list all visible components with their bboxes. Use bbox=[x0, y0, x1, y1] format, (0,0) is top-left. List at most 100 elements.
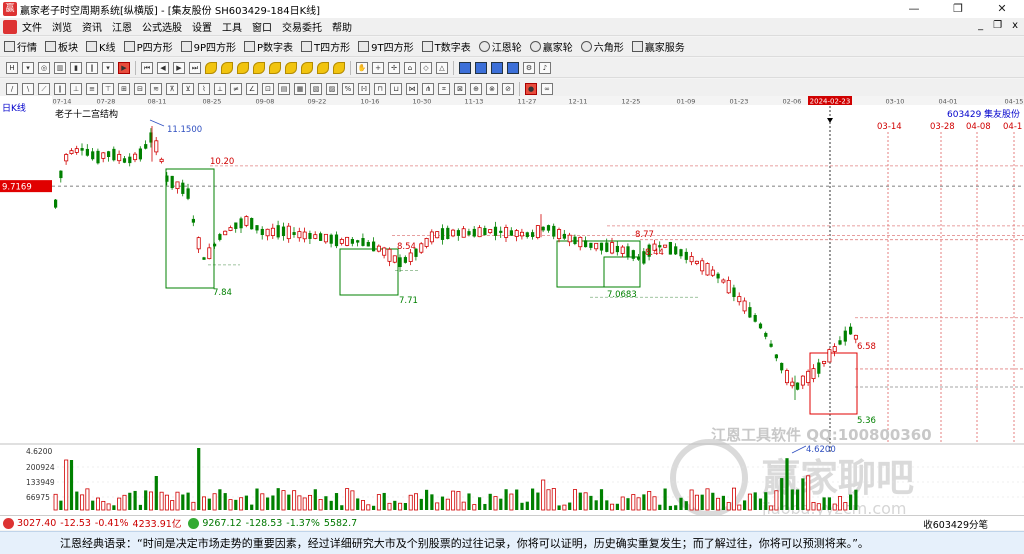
line-tool-20-icon[interactable]: ▧ bbox=[310, 82, 322, 95]
line-tool-19-icon[interactable]: ▦ bbox=[294, 82, 306, 95]
menu-formula[interactable]: 公式选股 bbox=[137, 19, 187, 34]
toolbar-kline-button[interactable]: K线 bbox=[82, 39, 120, 54]
chart-type-icon[interactable]: ▥ bbox=[54, 61, 66, 74]
crosshair2-icon[interactable]: ✢ bbox=[388, 61, 400, 74]
line-tool-14-icon[interactable]: ⟂ bbox=[214, 82, 226, 95]
gift-icon[interactable]: ⌂ bbox=[404, 61, 416, 74]
first-icon[interactable]: ⏮ bbox=[141, 61, 153, 74]
menu-browse[interactable]: 浏览 bbox=[47, 19, 77, 34]
menu-window[interactable]: 窗口 bbox=[247, 19, 277, 34]
zoom-icon[interactable]: ◎ bbox=[38, 61, 50, 74]
gann-tool-4-icon[interactable] bbox=[253, 61, 265, 74]
menu-settings[interactable]: 设置 bbox=[187, 19, 217, 34]
line-tool-23-icon[interactable]: ℍ bbox=[358, 82, 370, 95]
line-tool-22-icon[interactable]: % bbox=[342, 82, 354, 95]
line-tool-26-icon[interactable]: ⋈ bbox=[406, 82, 418, 95]
settings-icon[interactable]: ⚙ bbox=[523, 61, 535, 74]
menu-gann[interactable]: 江恩 bbox=[107, 19, 137, 34]
line-tool-21-icon[interactable]: ▨ bbox=[326, 82, 338, 95]
volume-bar bbox=[573, 489, 578, 511]
kline-chart[interactable]: 07-14 07-28 08-11 08-25 09-08 09-22 10-16 10-30… bbox=[0, 96, 1024, 515]
forward-icon[interactable]: ▶ bbox=[173, 61, 185, 74]
line-tool-6-icon[interactable]: ≡ bbox=[86, 82, 98, 95]
line-tool-1-icon[interactable]: / bbox=[6, 82, 18, 95]
print-icon[interactable] bbox=[475, 61, 487, 74]
gann-tool-5-icon[interactable] bbox=[269, 61, 281, 74]
dropdown-icon[interactable]: ▾ bbox=[22, 61, 34, 74]
book-icon[interactable] bbox=[459, 61, 471, 74]
line-tool-3-icon[interactable]: ⟋ bbox=[38, 82, 50, 95]
line-tool-27-icon[interactable]: ⋔ bbox=[422, 82, 434, 95]
line-tool-2-icon[interactable]: \ bbox=[22, 82, 34, 95]
hand-icon[interactable]: ✋ bbox=[356, 61, 368, 74]
line-tool-17-icon[interactable]: ⊡ bbox=[262, 82, 274, 95]
back-icon[interactable]: ◀ bbox=[157, 61, 169, 74]
gann-tool-2-icon[interactable] bbox=[221, 61, 233, 74]
line-tool-9-icon[interactable]: ⊟ bbox=[134, 82, 146, 95]
line-tool-32-icon[interactable]: ⊘ bbox=[502, 82, 514, 95]
period-icon[interactable]: ▾ bbox=[102, 61, 114, 74]
export-icon[interactable] bbox=[507, 61, 519, 74]
toolbar-9p-square-button[interactable]: 9P四方形 bbox=[177, 39, 240, 54]
minimize-button[interactable]: — bbox=[892, 0, 936, 18]
toolbar-9t-square-button[interactable]: 9T四方形 bbox=[354, 39, 417, 54]
diamond-icon[interactable]: ◇ bbox=[420, 61, 432, 74]
menu-info[interactable]: 资讯 bbox=[77, 19, 107, 34]
close-button[interactable]: ✕ bbox=[980, 0, 1024, 18]
mdi-restore-button[interactable]: ❐ bbox=[993, 20, 1002, 31]
menu-help[interactable]: 帮助 bbox=[327, 19, 357, 34]
toolbar-p-square-button[interactable]: P四方形 bbox=[120, 39, 177, 54]
gann-tool-1-icon[interactable] bbox=[205, 61, 217, 74]
crosshair-icon[interactable]: + bbox=[372, 61, 384, 74]
gann-tool-9-icon[interactable] bbox=[333, 61, 345, 74]
toolbar-quotes-button[interactable]: 行情 bbox=[0, 39, 41, 54]
gann-tool-8-icon[interactable] bbox=[317, 61, 329, 74]
toolbar-hexagon-button[interactable]: 六角形 bbox=[577, 39, 628, 54]
gann-tool-7-icon[interactable] bbox=[301, 61, 313, 74]
tick-detail-link[interactable]: 收603429分笔 bbox=[923, 517, 988, 531]
candle-type-icon[interactable]: ▮ bbox=[70, 61, 82, 74]
save-icon[interactable] bbox=[491, 61, 503, 74]
mdi-minimize-button[interactable]: _ bbox=[978, 20, 983, 31]
line-tool-16-icon[interactable]: ∠ bbox=[246, 82, 258, 95]
toolbar-gann-wheel-button[interactable]: 江恩轮 bbox=[475, 39, 526, 54]
color-picker-icon[interactable]: ● bbox=[525, 82, 537, 95]
line-tool-5-icon[interactable]: ⊥ bbox=[70, 82, 82, 95]
cursor-icon[interactable]: H bbox=[6, 61, 18, 74]
marker-icon[interactable]: ▶ bbox=[118, 61, 130, 74]
menu-trade[interactable]: 交易委托 bbox=[277, 19, 327, 34]
line-tool-4-icon[interactable]: ∥ bbox=[54, 82, 66, 95]
line-tool-30-icon[interactable]: ⊕ bbox=[470, 82, 482, 95]
line-tool-7-icon[interactable]: ⊤ bbox=[102, 82, 114, 95]
line-tool-10-icon[interactable]: ≋ bbox=[150, 82, 162, 95]
line-tool-8-icon[interactable]: ⊞ bbox=[118, 82, 130, 95]
maximize-button[interactable]: ❐ bbox=[936, 0, 980, 18]
line-tool-28-icon[interactable]: ⌗ bbox=[438, 82, 450, 95]
line-tool-31-icon[interactable]: ⊗ bbox=[486, 82, 498, 95]
toolbar-sector-button[interactable]: 板块 bbox=[41, 39, 82, 54]
sound-icon[interactable]: ♪ bbox=[539, 61, 551, 74]
mdi-close-button[interactable]: x bbox=[1012, 20, 1018, 31]
line-tool-29-icon[interactable]: ⊠ bbox=[454, 82, 466, 95]
line-tool-24-icon[interactable]: ⊓ bbox=[374, 82, 386, 95]
toolbar-winner-wheel-button[interactable]: 赢家轮 bbox=[526, 39, 577, 54]
gann-tool-6-icon[interactable] bbox=[285, 61, 297, 74]
volume-bar bbox=[324, 496, 328, 510]
gann-tool-3-icon[interactable] bbox=[237, 61, 249, 74]
line-tool-25-icon[interactable]: ⊔ bbox=[390, 82, 402, 95]
menu-tools[interactable]: 工具 bbox=[217, 19, 247, 34]
triangle-icon[interactable]: △ bbox=[436, 61, 448, 74]
toolbar-service-button[interactable]: 赢家服务 bbox=[628, 39, 689, 54]
menu-file[interactable]: 文件 bbox=[17, 19, 47, 34]
last-icon[interactable]: ⏭ bbox=[189, 61, 201, 74]
line-tool-11-icon[interactable]: ⊼ bbox=[166, 82, 178, 95]
link-icon[interactable]: ∞ bbox=[541, 82, 553, 95]
toolbar-p-table-button[interactable]: P数字表 bbox=[240, 39, 297, 54]
line-tool-13-icon[interactable]: ⌇ bbox=[198, 82, 210, 95]
toolbar-t-square-button[interactable]: T四方形 bbox=[297, 39, 354, 54]
line-tool-18-icon[interactable]: ▤ bbox=[278, 82, 290, 95]
line-tool-12-icon[interactable]: ⊻ bbox=[182, 82, 194, 95]
line-tool-15-icon[interactable]: ≠ bbox=[230, 82, 242, 95]
toolbar-t-table-button[interactable]: T数字表 bbox=[418, 39, 475, 54]
bar-type-icon[interactable]: ‖ bbox=[86, 61, 98, 74]
